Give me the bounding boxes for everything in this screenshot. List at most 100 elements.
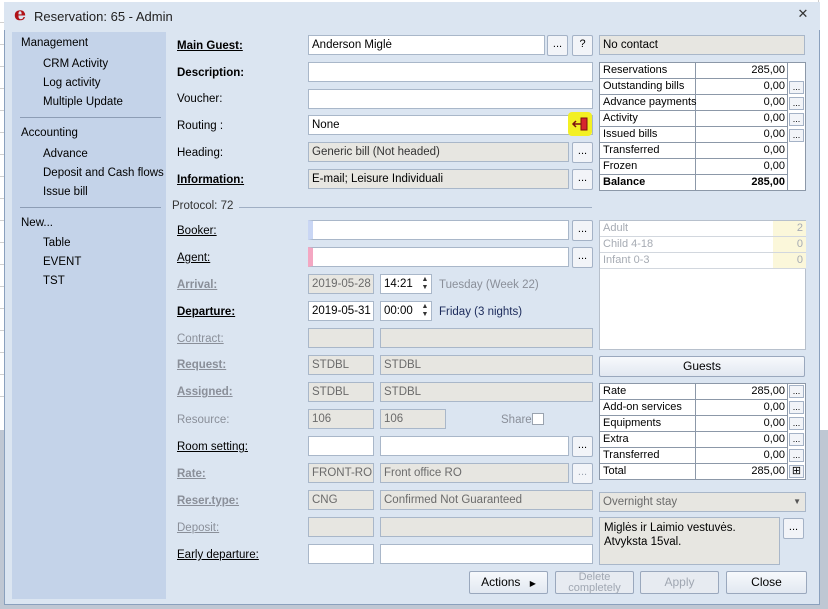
- arrival-date-field[interactable]: 2019-05-28: [308, 274, 374, 294]
- assigned-code-field[interactable]: STDBL: [308, 382, 374, 402]
- booker-browse-button[interactable]: ...: [572, 220, 593, 241]
- rates-table: Rate 285,00 Add-on services 0,00 Equipment…: [599, 383, 806, 480]
- request-name-field[interactable]: STDBL: [380, 355, 593, 375]
- sidebar-item-multiple-update[interactable]: Multiple Update: [43, 96, 123, 108]
- heading-field[interactable]: Generic bill (Not headed): [308, 142, 569, 162]
- sidebar-item-deposit-cash-flows[interactable]: Deposit and Cash flows: [43, 167, 164, 179]
- information-label[interactable]: Information:: [177, 174, 244, 186]
- voucher-label: Voucher:: [177, 93, 223, 105]
- sidebar-item-tst[interactable]: TST: [43, 275, 65, 287]
- voucher-field[interactable]: [308, 89, 593, 109]
- addon-services-button[interactable]: ...: [789, 401, 804, 414]
- sidebar-heading-management[interactable]: Management: [21, 37, 88, 49]
- arrival-label[interactable]: Arrival:: [177, 279, 217, 291]
- early-departure-date-field[interactable]: [308, 544, 374, 564]
- total-details-icon[interactable]: ⊞: [789, 465, 804, 478]
- departure-time-field[interactable]: 00:00 ▲ ▼: [380, 301, 432, 321]
- rate-name-field[interactable]: Front office RO: [380, 463, 569, 483]
- information-browse-button[interactable]: ...: [572, 169, 593, 190]
- information-field[interactable]: E-mail; Leisure Individuali: [308, 169, 569, 189]
- contract-name-field[interactable]: [380, 328, 593, 348]
- summary-value: 0,00: [763, 80, 785, 92]
- routing-icon-button[interactable]: [568, 112, 592, 136]
- assigned-label[interactable]: Assigned:: [177, 386, 233, 398]
- activity-button[interactable]: ...: [789, 113, 804, 126]
- pax-value[interactable]: 0: [773, 237, 806, 252]
- reser-type-label[interactable]: Reser.type:: [177, 495, 239, 507]
- delete-completely-button[interactable]: Delete completely: [555, 571, 634, 594]
- actions-button[interactable]: Actions ▶: [469, 571, 548, 594]
- sidebar-heading-new[interactable]: New...: [21, 217, 53, 229]
- sidebar-item-crm-activity[interactable]: CRM Activity: [43, 58, 108, 70]
- issued-bills-button[interactable]: ...: [789, 129, 804, 142]
- pax-row-adult: Adult 2: [600, 221, 806, 237]
- pax-value[interactable]: 0: [773, 253, 806, 268]
- contact-field: No contact: [599, 35, 805, 55]
- rate-label[interactable]: Rate:: [177, 468, 206, 480]
- departure-date-field[interactable]: 2019-05-31: [308, 301, 374, 321]
- outstanding-bills-button[interactable]: ...: [789, 81, 804, 94]
- booker-label[interactable]: Booker:: [177, 225, 217, 237]
- time-spinner-icon[interactable]: ▲ ▼: [421, 303, 429, 319]
- agent-field[interactable]: [308, 247, 569, 267]
- pax-value[interactable]: 2: [773, 221, 806, 236]
- rate-code-field[interactable]: FRONT-RO: [308, 463, 374, 483]
- reser-type-code-field[interactable]: CNG: [308, 490, 374, 510]
- description-field[interactable]: [308, 62, 593, 82]
- guests-button[interactable]: Guests: [599, 356, 805, 377]
- time-spinner-icon[interactable]: ▲ ▼: [421, 276, 429, 292]
- sidebar-item-issue-bill[interactable]: Issue bill: [43, 186, 88, 198]
- early-departure-label[interactable]: Early departure:: [177, 549, 259, 561]
- close-icon[interactable]: ✕: [797, 7, 809, 20]
- room-setting-name-field[interactable]: [380, 436, 569, 456]
- sidebar-item-event[interactable]: EVENT: [43, 256, 81, 268]
- room-setting-label[interactable]: Room setting:: [177, 441, 248, 453]
- resource-code-field[interactable]: 106: [308, 409, 374, 429]
- apply-button[interactable]: Apply: [640, 571, 719, 594]
- contract-label[interactable]: Contract:: [177, 333, 224, 345]
- rates-value: 0,00: [763, 433, 785, 445]
- help-button[interactable]: ?: [572, 35, 593, 56]
- note-edit-button[interactable]: ...: [783, 518, 804, 539]
- departure-label[interactable]: Departure:: [177, 306, 235, 318]
- sidebar-item-advance[interactable]: Advance: [43, 148, 88, 160]
- rate-button[interactable]: ...: [789, 385, 804, 398]
- summary-key: Balance: [603, 176, 646, 188]
- agent-label[interactable]: Agent:: [177, 252, 210, 264]
- reservation-note[interactable]: Miglės ir Laimio vestuvės. Atvyksta 15va…: [599, 517, 780, 565]
- deposit-code-field[interactable]: [308, 517, 374, 537]
- summary-key: Transferred: [603, 144, 660, 156]
- equipments-button[interactable]: ...: [789, 417, 804, 430]
- close-button[interactable]: Close: [726, 571, 807, 594]
- request-label[interactable]: Request:: [177, 359, 226, 371]
- transferred-button[interactable]: ...: [789, 449, 804, 462]
- contract-code-field[interactable]: [308, 328, 374, 348]
- extra-button[interactable]: ...: [789, 433, 804, 446]
- heading-browse-button[interactable]: ...: [572, 142, 593, 163]
- advance-payments-button[interactable]: ...: [789, 97, 804, 110]
- sidebar-heading-accounting[interactable]: Accounting: [21, 127, 78, 139]
- main-guest-label[interactable]: Main Guest:: [177, 40, 243, 52]
- agent-browse-button[interactable]: ...: [572, 247, 593, 268]
- sidebar-item-table[interactable]: Table: [43, 237, 71, 249]
- deposit-name-field[interactable]: [380, 517, 593, 537]
- share-label: Share: [501, 414, 532, 426]
- main-guest-browse-button[interactable]: ...: [547, 35, 568, 56]
- sidebar-item-log-activity[interactable]: Log activity: [43, 77, 101, 89]
- share-checkbox[interactable]: [532, 413, 544, 425]
- reser-type-name-field[interactable]: Confirmed Not Guaranteed: [380, 490, 593, 510]
- booker-field[interactable]: [308, 220, 569, 240]
- room-setting-code-field[interactable]: [308, 436, 374, 456]
- room-setting-browse-button[interactable]: ...: [572, 436, 593, 457]
- deposit-label[interactable]: Deposit:: [177, 522, 219, 534]
- resource-name-field[interactable]: 106: [380, 409, 446, 429]
- routing-field[interactable]: None: [308, 115, 593, 135]
- request-code-field[interactable]: STDBL: [308, 355, 374, 375]
- stay-type-select[interactable]: Overnight stay ▼: [599, 492, 806, 512]
- stay-type-value: Overnight stay: [603, 496, 678, 508]
- rate-browse-button[interactable]: ...: [572, 463, 593, 484]
- assigned-name-field[interactable]: STDBL: [380, 382, 593, 402]
- early-departure-time-field[interactable]: [380, 544, 593, 564]
- arrival-time-field[interactable]: 14:21 ▲ ▼: [380, 274, 432, 294]
- main-guest-field[interactable]: Anderson Miglė: [308, 35, 545, 55]
